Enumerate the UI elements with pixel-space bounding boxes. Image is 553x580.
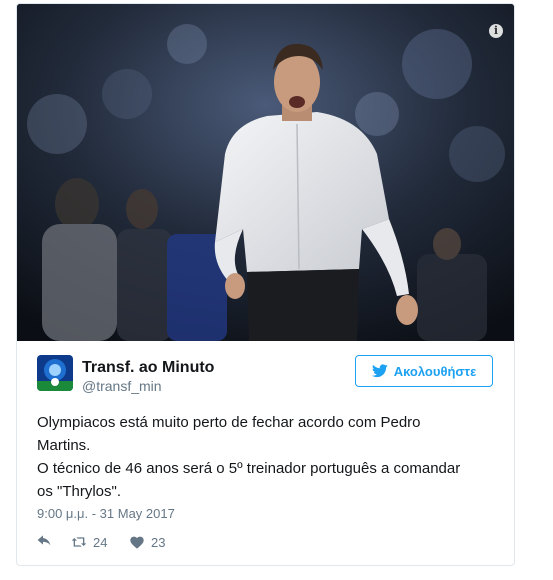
tweet-text-line: os "Thrylos". [37, 483, 122, 500]
twitter-bird-icon [371, 364, 388, 378]
tweet-timestamp[interactable]: 9:00 μ.μ. - 31 May 2017 [37, 506, 175, 521]
like-button[interactable]: 23 [129, 535, 165, 550]
tweet-photo[interactable]: i [17, 4, 514, 341]
follow-button[interactable]: Ακολουθήστε [355, 355, 493, 387]
tweet-text: Olympiacos está muito perto de fechar ac… [37, 411, 497, 503]
info-icon[interactable]: i [489, 24, 503, 38]
retweet-icon [71, 537, 87, 547]
avatar[interactable] [37, 355, 73, 391]
retweet-count: 24 [93, 534, 108, 550]
tweet-text-line: Olympiacos está muito perto de fechar ac… [37, 414, 421, 431]
like-count: 23 [151, 534, 166, 550]
avatar-image [37, 355, 73, 391]
reply-icon [37, 535, 51, 546]
coach-photo-illustration [17, 4, 514, 341]
follow-label: Ακολουθήστε [393, 363, 477, 379]
tweet-text-line: O técnico de 46 anos será o 5º treinador… [37, 460, 461, 477]
author-handle[interactable]: @transf_min [82, 378, 162, 394]
embedded-tweet-card: i Transf. ao Minuto @transf_min Ακολουθή… [16, 3, 515, 566]
retweet-button[interactable]: 24 [71, 535, 129, 550]
reply-button[interactable] [37, 535, 71, 549]
tweet-text-line: Martins. [37, 437, 91, 454]
tweet-actions: 24 23 [37, 533, 165, 551]
heart-icon [130, 536, 144, 549]
author-name[interactable]: Transf. ao Minuto [82, 359, 214, 377]
